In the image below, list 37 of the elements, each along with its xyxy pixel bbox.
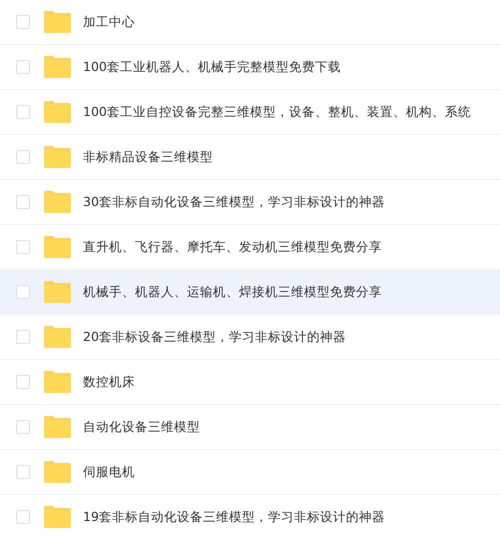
checkbox[interactable] — [16, 240, 30, 254]
checkbox[interactable] — [16, 195, 30, 209]
checkbox[interactable] — [16, 420, 30, 434]
file-name[interactable]: 直升机、飞行器、摩托车、发动机三维模型免费分享 — [83, 238, 382, 256]
file-name[interactable]: 数控机床 — [83, 374, 135, 390]
folder-icon — [44, 416, 71, 438]
file-name[interactable]: 100套工业机器人、机械手完整模型免费下载 — [83, 58, 341, 76]
folder-icon — [44, 236, 71, 258]
file-name[interactable]: 19套非标自动化设备三维模型，学习非标设计的神器 — [83, 508, 385, 526]
checkbox[interactable] — [16, 375, 30, 389]
folder-icon — [44, 326, 71, 348]
folder-icon — [44, 191, 71, 213]
checkbox[interactable] — [16, 330, 30, 344]
file-name[interactable]: 非标精品设备三维模型 — [83, 148, 213, 166]
file-name[interactable]: 伺服电机 — [83, 464, 135, 480]
checkbox[interactable] — [16, 105, 30, 119]
checkbox[interactable] — [16, 60, 30, 74]
folder-icon — [44, 56, 71, 78]
checkbox[interactable] — [16, 285, 30, 299]
folder-icon — [44, 461, 71, 483]
file-row[interactable]: 机械手、机器人、运输机、焊接机三维模型免费分享 — [0, 270, 500, 315]
file-name[interactable]: 100套工业自控设备完整三维模型，设备、整机、装置、机构、系统 — [83, 104, 471, 120]
folder-icon — [44, 101, 71, 123]
folder-icon — [44, 371, 71, 393]
checkbox[interactable] — [16, 15, 30, 29]
folder-icon — [44, 146, 71, 168]
folder-icon — [44, 281, 71, 303]
file-name[interactable]: 自动化设备三维模型 — [83, 418, 200, 436]
file-name[interactable]: 20套非标设备三维模型，学习非标设计的神器 — [83, 328, 346, 346]
file-name[interactable]: 机械手、机器人、运输机、焊接机三维模型免费分享 — [83, 284, 382, 300]
folder-icon — [44, 11, 71, 33]
checkbox[interactable] — [16, 465, 30, 479]
file-name[interactable]: 30套非标自动化设备三维模型，学习非标设计的神器 — [83, 194, 385, 210]
checkbox[interactable] — [16, 510, 30, 524]
file-name[interactable]: 加工中心 — [83, 14, 135, 30]
checkbox[interactable] — [16, 150, 30, 164]
folder-icon — [44, 506, 71, 528]
